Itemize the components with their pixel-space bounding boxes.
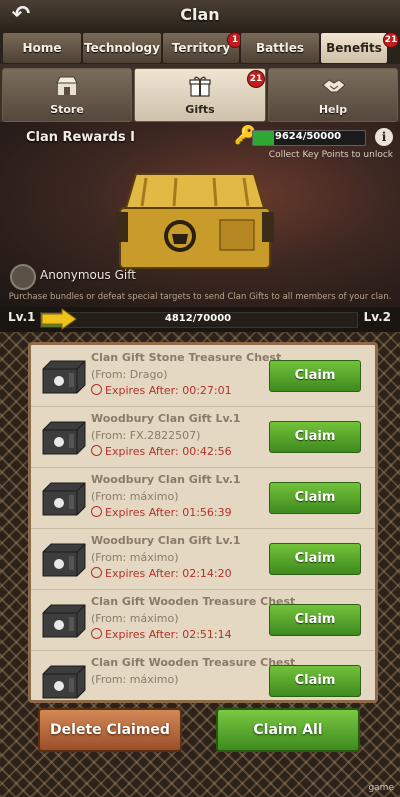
gift-crate-icon: [42, 360, 86, 394]
gift-hint-text: Purchase bundles or defeat special targe…: [8, 292, 392, 302]
gift-expiry-text: Expires After: 00:27:01: [105, 384, 232, 397]
claim-button[interactable]: Claim: [269, 604, 361, 636]
gift-expiry-text: Expires After: 01:56:39: [105, 506, 232, 519]
gift-sender: (From: FX.2822507): [91, 429, 201, 442]
subtab-label: Store: [50, 103, 84, 116]
treasure-chest-icon[interactable]: [116, 168, 274, 270]
gift-expiry-text: Expires After: 02:51:14: [105, 628, 232, 641]
gift-list-item: Woodbury Clan Gift Lv.1 (From: FX.2822507…: [31, 406, 375, 468]
key-points-text: 9624/50000: [274, 131, 342, 142]
gift-name: Woodbury Clan Gift Lv.1: [91, 534, 241, 547]
page-title: Clan: [180, 5, 220, 24]
benefits-badge: 21: [383, 32, 399, 48]
claim-button[interactable]: Claim: [269, 482, 361, 514]
current-level: Lv.1: [8, 310, 36, 324]
gift-expiry: Expires After: 02:51:14: [91, 628, 232, 641]
timer-icon: [91, 384, 102, 395]
tab-label: Home: [22, 41, 62, 55]
gift-list-item: Clan Gift Wooden Treasure Chest (From: má…: [31, 589, 375, 651]
collect-key-hint: Collect Key Points to unlock: [268, 150, 393, 160]
claim-button[interactable]: Claim: [269, 665, 361, 697]
gift-crate-icon: [42, 543, 86, 577]
clan-rewards-title: Clan Rewards I: [26, 130, 135, 145]
gift-expiry: Expires After: 00:27:01: [91, 384, 232, 397]
gift-name: Clan Gift Stone Treasure Chest: [91, 351, 282, 364]
tab-label: Territory: [171, 41, 231, 55]
subtab-label: Help: [318, 103, 348, 116]
handshake-icon: [321, 75, 346, 97]
gift-name: Woodbury Clan Gift Lv.1: [91, 473, 241, 486]
benefit-subtabs: Store Gifts 21 Help: [0, 64, 400, 122]
tab-label: Benefits: [326, 41, 382, 55]
gift-list-item: Clan Gift Wooden Treasure Chest (From: má…: [31, 650, 375, 700]
store-icon: [55, 75, 79, 97]
claim-all-button[interactable]: Claim All: [216, 708, 360, 752]
timer-icon: [91, 567, 102, 578]
subtab-store[interactable]: Store: [2, 68, 132, 122]
gift-list-item: Clan Gift Stone Treasure Chest (From: Dra…: [31, 345, 375, 407]
gift-crate-icon: [42, 604, 86, 638]
tab-benefits[interactable]: Benefits: [320, 32, 388, 64]
gift-icon: [188, 75, 212, 97]
anonymous-gift-label: Anonymous Gift: [40, 268, 136, 282]
subtab-label: Gifts: [185, 103, 215, 116]
main-tabs: Home Technology Territory 1 Battles Bene…: [0, 30, 400, 64]
timer-icon: [91, 628, 102, 639]
timer-icon: [91, 445, 102, 456]
timer-icon: [91, 506, 102, 517]
subtab-help[interactable]: Help: [268, 68, 398, 122]
gift-list[interactable]: Clan Gift Stone Treasure Chest (From: Dra…: [28, 342, 378, 703]
gift-sender: (From: máximo): [91, 673, 179, 686]
subtab-gifts[interactable]: Gifts: [134, 68, 266, 122]
key-icon: 🔑: [234, 125, 257, 146]
anonymous-gift-toggle[interactable]: [10, 264, 36, 290]
next-level: Lv.2: [363, 310, 391, 324]
tab-label: Battles: [255, 41, 305, 55]
gift-name: Clan Gift Wooden Treasure Chest: [91, 595, 296, 608]
gift-expiry: Expires After: 01:56:39: [91, 506, 232, 519]
gift-crate-icon: [42, 482, 86, 516]
gift-expiry-text: Expires After: 02:14:20: [105, 567, 232, 580]
gift-crate-icon: [42, 421, 86, 455]
gift-name: Woodbury Clan Gift Lv.1: [91, 412, 241, 425]
gift-sender: (From: máximo): [91, 612, 179, 625]
gift-expiry: Expires After: 02:14:20: [91, 567, 232, 580]
gifts-badge: 21: [247, 70, 265, 88]
claim-button[interactable]: Claim: [269, 360, 361, 392]
gift-expiry-text: Expires After: 00:42:56: [105, 445, 232, 458]
gift-list-item: Woodbury Clan Gift Lv.1 (From: máximo) Exp…: [31, 467, 375, 529]
tab-technology[interactable]: Technology: [82, 32, 162, 64]
claim-button[interactable]: Claim: [269, 543, 361, 575]
gift-name: Clan Gift Wooden Treasure Chest: [91, 656, 296, 669]
tab-home[interactable]: Home: [2, 32, 82, 64]
tab-label: Technology: [84, 41, 160, 55]
gift-crate-icon: [42, 665, 86, 699]
claim-button[interactable]: Claim: [269, 421, 361, 453]
gift-expiry: Expires After: 00:42:56: [91, 445, 232, 458]
tab-battles[interactable]: Battles: [240, 32, 320, 64]
delete-claimed-button[interactable]: Delete Claimed: [38, 708, 182, 752]
gift-sender: (From: Drago): [91, 368, 168, 381]
gift-list-item: Woodbury Clan Gift Lv.1 (From: máximo) Exp…: [31, 528, 375, 590]
watermark: game: [368, 783, 394, 793]
gift-sender: (From: máximo): [91, 490, 179, 503]
level-progress-text: 4812/70000: [164, 313, 232, 324]
info-icon[interactable]: i: [375, 128, 393, 146]
gift-sender: (From: máximo): [91, 551, 179, 564]
